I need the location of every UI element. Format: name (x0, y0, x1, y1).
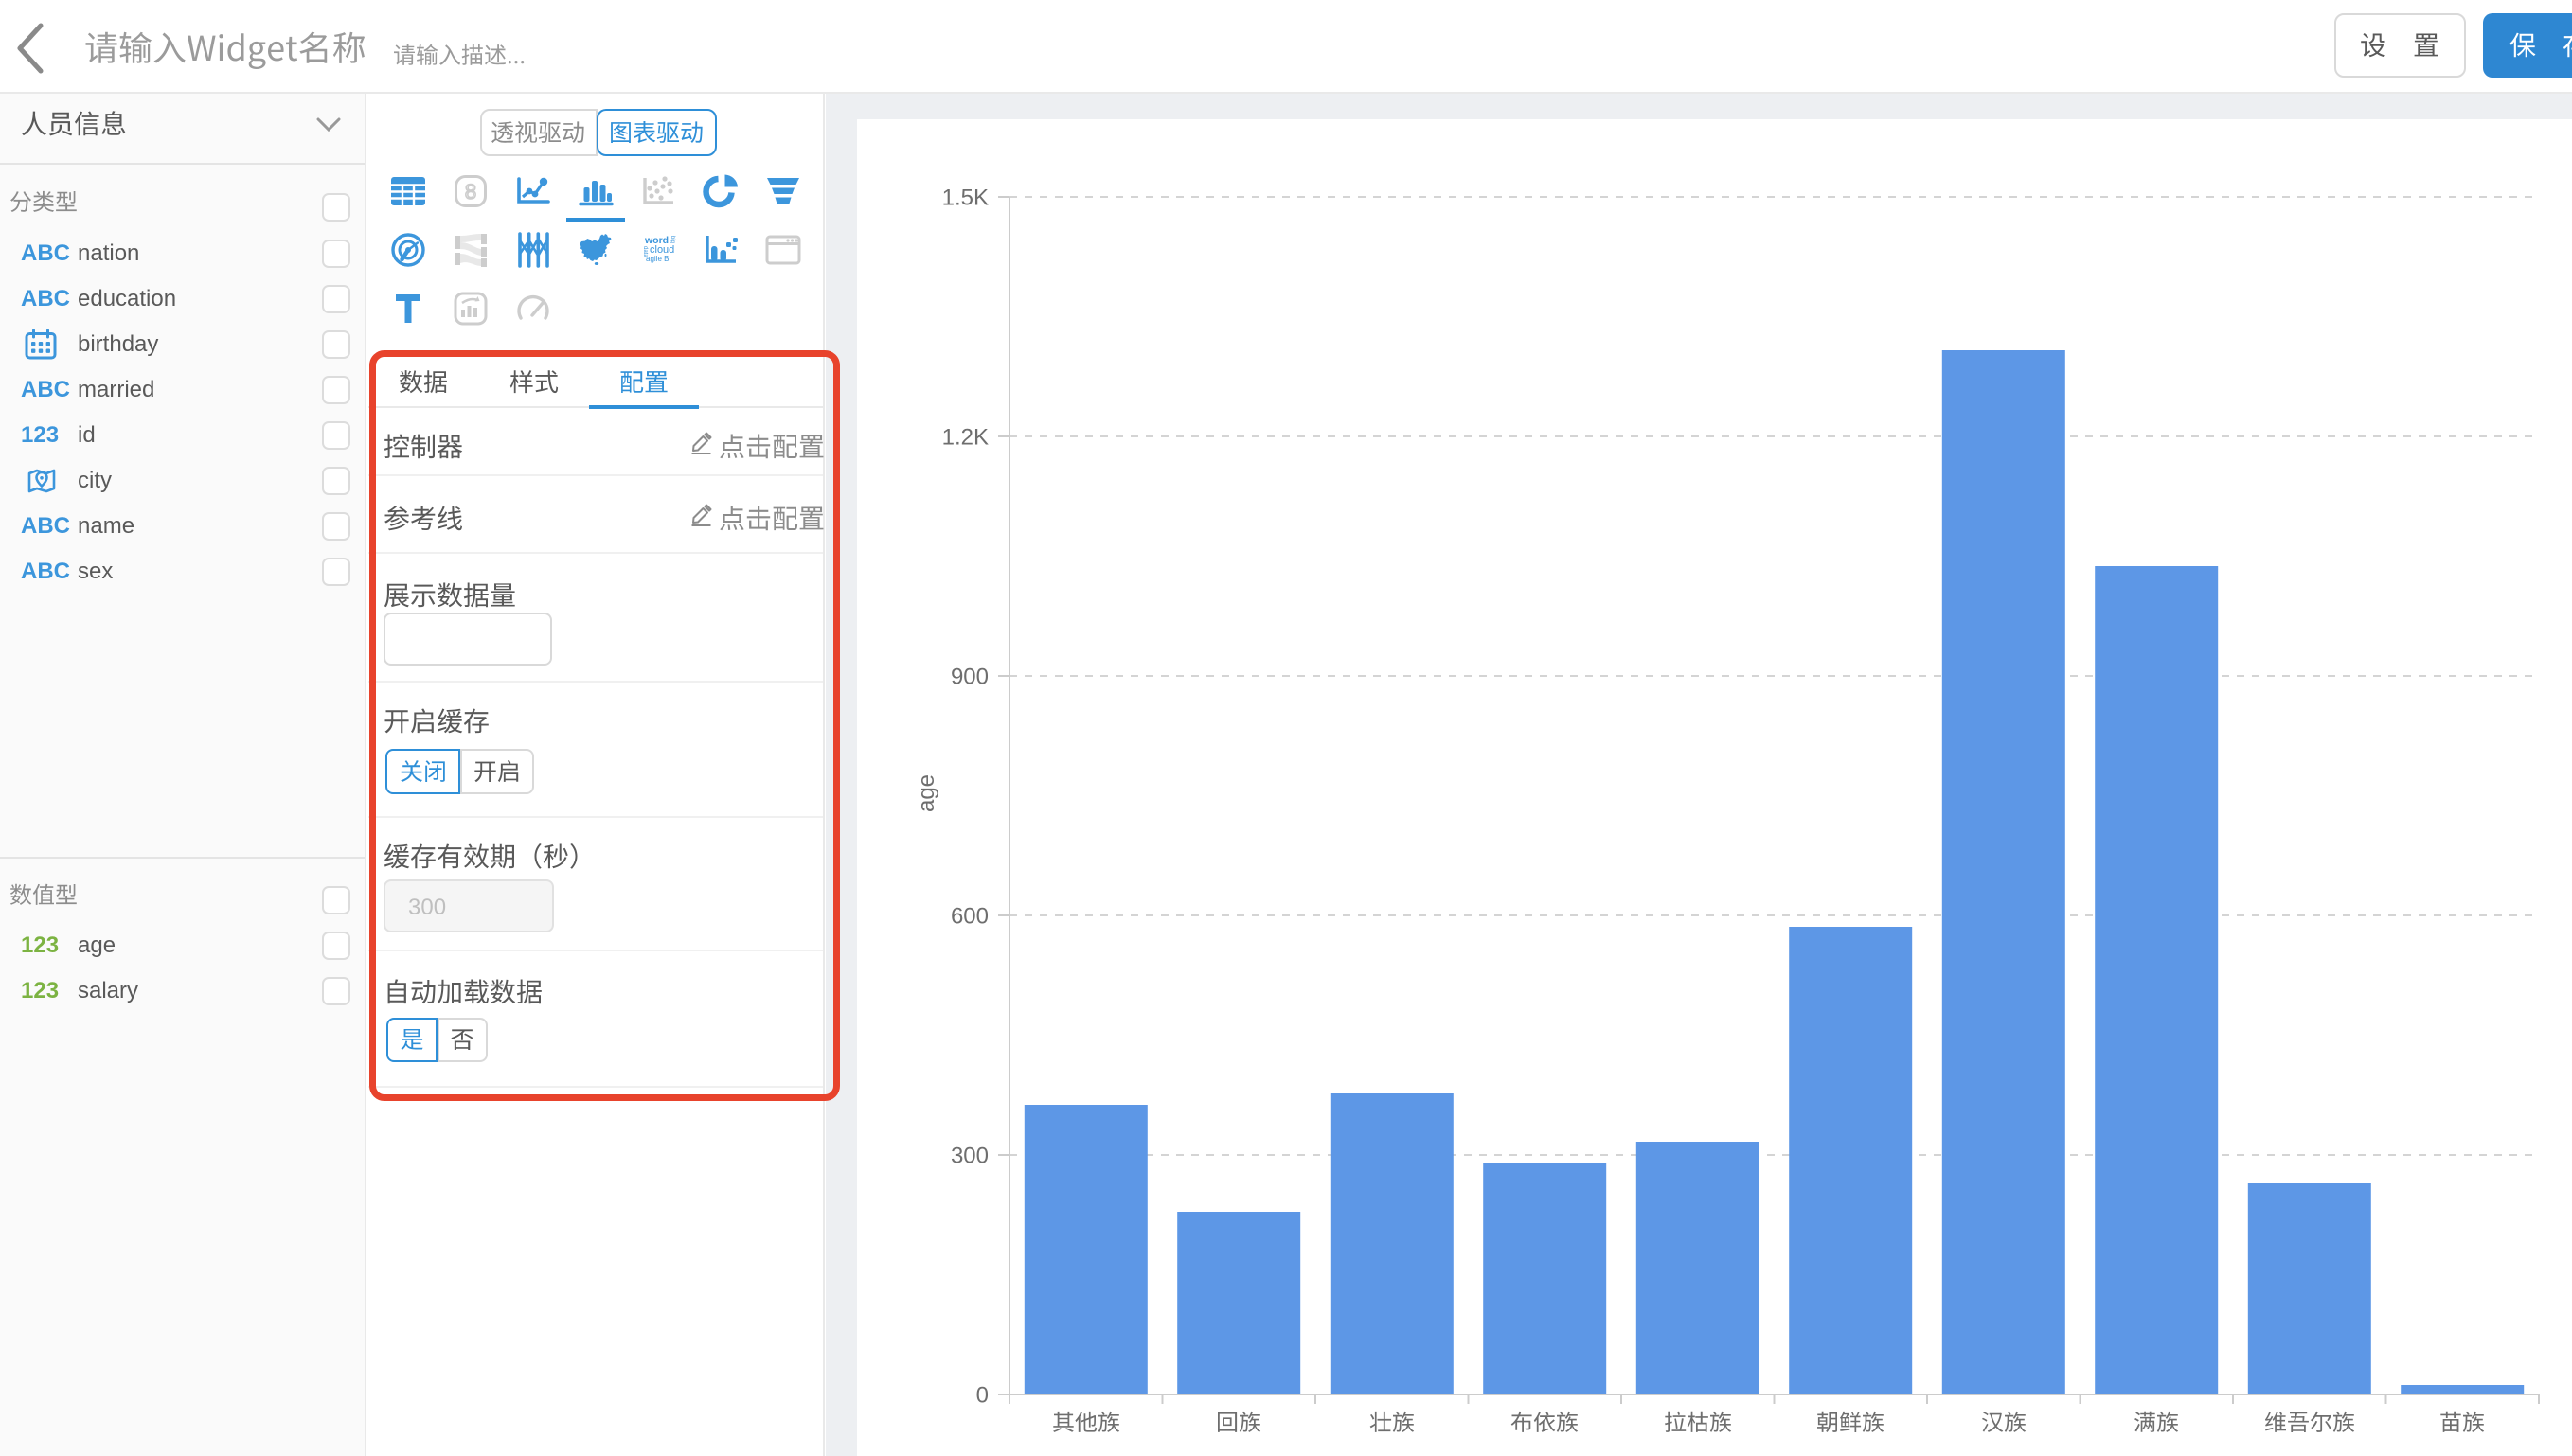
svg-text:900: 900 (951, 665, 989, 690)
svg-text:600: 600 (951, 904, 989, 930)
svg-text:1.2K: 1.2K (942, 425, 989, 451)
svg-text:big: big (670, 236, 675, 243)
svg-text:1.5K: 1.5K (942, 186, 989, 211)
svg-text:300: 300 (951, 1144, 989, 1169)
svg-text:0: 0 (976, 1383, 989, 1409)
svg-text:8: 8 (464, 180, 475, 204)
svg-text:age: age (914, 774, 939, 812)
svg-text:agile Bi: agile Bi (646, 255, 670, 263)
